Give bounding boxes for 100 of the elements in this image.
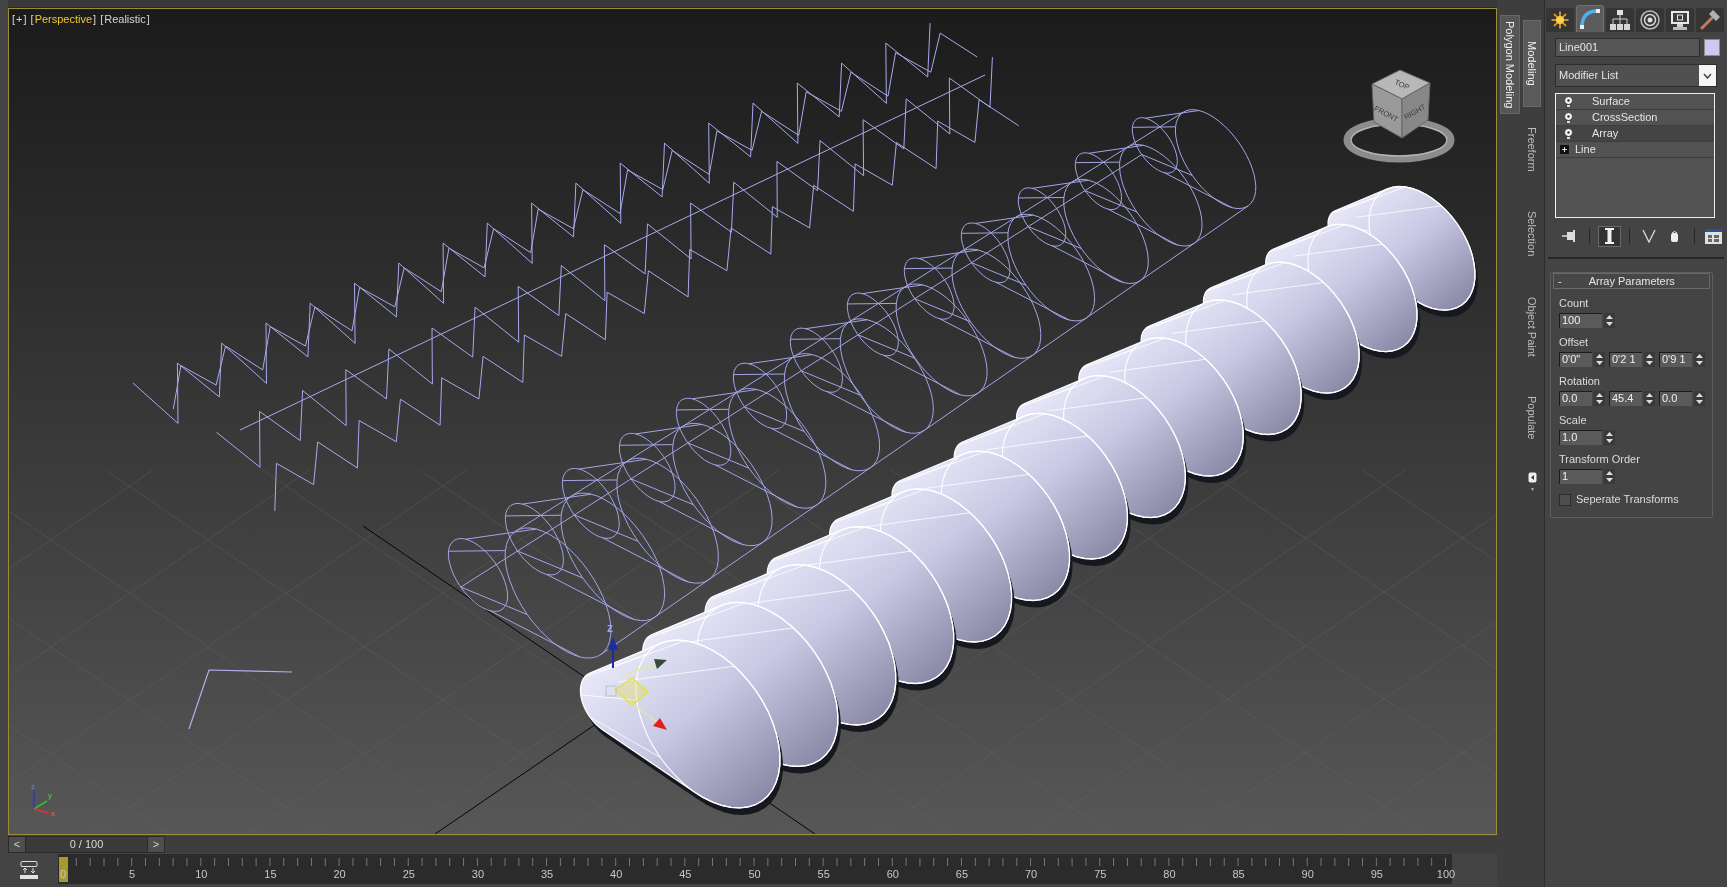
checkbox-label[interactable]: Seperate Transforms [1576,493,1679,506]
modifier-stack-item[interactable]: Array [1556,126,1714,142]
starburst-icon [1551,11,1569,29]
frame-number: 55 [817,868,830,881]
expand-box-icon[interactable] [1560,145,1569,154]
number-field[interactable]: 45.4 [1609,391,1642,406]
frame-number: 60 [886,868,899,881]
frame-number: 25 [402,868,415,881]
hammer-icon [1700,10,1720,30]
time-slider-thumb[interactable]: < 0 / 100 > [8,836,165,853]
modifier-list-dropdown[interactable]: Modifier List [1555,64,1717,87]
ribbon-subtab[interactable]: Selection [1523,191,1541,277]
spinner-button[interactable] [1694,391,1705,406]
axis-label: y [48,791,52,800]
frame-number: 45 [679,868,692,881]
number-field[interactable]: 0'9 1 [1659,352,1692,367]
view-cube-icon[interactable] [1343,69,1455,163]
ribbon-subtab[interactable]: Freeform [1523,106,1541,192]
modifier-stack-item[interactable]: Line [1556,142,1714,158]
frame-number: 50 [748,868,761,881]
parameter-label: Offset [1559,336,1590,349]
frame-number: 35 [540,868,554,881]
bracket-text: [ [100,12,104,27]
ribbon-subtab[interactable]: Populate [1523,376,1541,460]
number-field[interactable]: 100 [1559,313,1602,328]
number-field[interactable]: 1.0 [1559,430,1602,445]
collapse-toggle[interactable]: - [1558,274,1562,288]
rollout-title: Array Parameters [1588,274,1675,288]
command-tab[interactable] [1576,5,1604,32]
checkbox[interactable] [1559,493,1571,506]
frame-number: 5 [129,868,136,881]
light-bulb-icon[interactable] [1564,95,1573,108]
ribbon-tab[interactable]: Polygon Modeling [1500,15,1520,115]
track-bar-toggle-icon[interactable] [20,860,38,879]
spinner-button[interactable] [1694,352,1705,367]
light-bulb-icon[interactable] [1564,127,1573,140]
move-gizmo-icon[interactable] [605,637,667,730]
parameter-label: Count [1559,297,1590,310]
frame-number: 20 [333,868,346,881]
frame-number: 85 [1232,868,1245,881]
frame-number: 30 [471,868,484,881]
curve-icon [1580,9,1600,29]
previous-frame-button[interactable]: < [9,837,25,852]
axis-label: x [51,809,55,818]
bracket-text: [ [30,12,34,27]
modifier-stack-item[interactable]: Surface [1556,94,1714,110]
spinner-button[interactable] [1594,352,1605,367]
frame-number: 10 [195,868,208,881]
up-down-arrows-icon [1606,432,1613,443]
scroll-arrow-icon[interactable] [1527,471,1537,492]
ribbon-subtab[interactable]: Modeling [1523,20,1541,107]
spinner-button[interactable] [1644,352,1655,367]
chevron-down-icon [1703,72,1712,79]
number-field[interactable]: 0'2 1 [1609,352,1642,367]
up-down-arrows-icon [1696,393,1703,404]
frame-number: 65 [955,868,969,881]
frame-number: 15 [264,868,277,881]
command-tab[interactable] [1696,8,1724,32]
number-field[interactable]: 0'0" [1559,352,1592,367]
monitor-icon [1670,10,1690,30]
spinner-button[interactable] [1644,391,1655,406]
next-frame-button[interactable]: > [148,837,164,852]
gizmo-axis-label: z [607,621,613,635]
rollout-header[interactable]: - Array Parameters [1553,273,1710,289]
color-swatch-icon[interactable] [1704,39,1720,56]
frame-counter[interactable]: 0 / 100 [25,837,148,852]
frame-number: 40 [610,868,623,881]
command-tab[interactable] [1636,8,1664,32]
command-tab[interactable] [1606,8,1634,32]
command-tab[interactable] [1666,8,1694,32]
viewport-menu-label[interactable]: Perspective [33,11,94,28]
spinner-button[interactable] [1604,313,1615,328]
bracket-text: ] [23,12,27,27]
number-field[interactable]: 1 [1559,469,1602,484]
parameter-label: Rotation [1559,375,1601,388]
number-field[interactable]: 0.0 [1659,391,1692,406]
up-down-arrows-icon [1596,354,1603,365]
show-end-result-button[interactable] [1598,225,1621,247]
up-down-arrows-icon [1646,393,1653,404]
frame-number: 0 [59,868,67,881]
time-slider-track[interactable]: < 0 / 100 > [8,836,1497,853]
up-down-arrows-icon [1646,354,1653,365]
number-field[interactable]: 0.0 [1559,391,1592,406]
ribbon-subtab[interactable]: Object Paint [1523,276,1541,377]
viewport-menu-label[interactable]: + [15,11,24,28]
current-frame-marker[interactable] [59,857,68,882]
target-icon [1640,10,1660,30]
spinner-button[interactable] [1594,391,1605,406]
up-down-arrows-icon [1696,354,1703,365]
parameter-label: Scale [1559,414,1588,427]
object-name-field[interactable]: Line001 [1555,38,1700,57]
up-down-arrows-icon [1606,471,1613,482]
command-tab[interactable] [1546,8,1574,32]
i-beam-icon [1604,228,1614,244]
viewport-menu-label[interactable]: Realistic [103,11,147,28]
spinner-button[interactable] [1604,430,1615,445]
light-bulb-icon[interactable] [1564,111,1573,124]
spinner-button[interactable] [1604,469,1615,484]
frame-number: 80 [1163,868,1176,881]
up-down-arrows-icon [1596,393,1603,404]
